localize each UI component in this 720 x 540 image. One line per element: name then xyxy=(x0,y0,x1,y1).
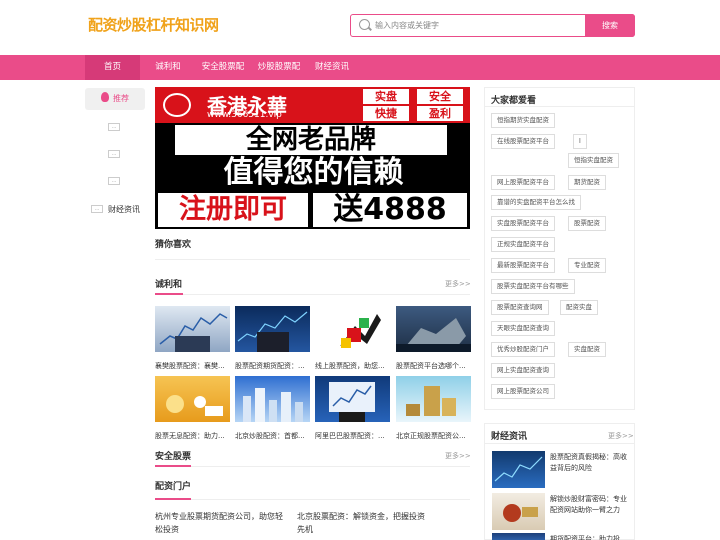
nav-item-chenglihe[interactable]: 诚利和 xyxy=(148,55,188,80)
divider xyxy=(484,106,635,107)
popular-tag[interactable]: 在线股票配资平台 xyxy=(491,134,555,149)
popular-tag[interactable]: 正规实盘配资平台 xyxy=(491,237,555,252)
finance-item[interactable]: 期货配资平台：助力投资... xyxy=(550,534,632,540)
banner-tag: 快捷 xyxy=(363,106,409,121)
popular-tag[interactable]: 恒指实盘配资 xyxy=(568,153,619,168)
nav-item-home[interactable]: 首页 xyxy=(85,55,140,80)
finance-thumb[interactable] xyxy=(492,533,545,540)
article-thumb[interactable] xyxy=(155,376,230,422)
article-thumb[interactable] xyxy=(155,306,230,352)
search-button[interactable]: 搜索 xyxy=(585,13,635,37)
divider xyxy=(155,259,470,260)
search-icon xyxy=(359,19,370,30)
brand-emblem-icon xyxy=(163,93,191,117)
sidebar-item-finance[interactable]: 财经资讯 xyxy=(108,204,140,215)
safe-more-link[interactable]: 更多>> xyxy=(445,451,471,461)
finance-item[interactable]: 股票配资真假揭秘：高收益背后的风险 xyxy=(550,452,632,474)
sidebar-item[interactable]: ... xyxy=(108,177,120,185)
banner-line2: 值得您的信赖 xyxy=(223,155,404,190)
article-thumb[interactable] xyxy=(396,306,471,352)
search-input[interactable] xyxy=(375,17,575,33)
sidebar-recommend[interactable]: 推荐 xyxy=(85,88,145,110)
divider xyxy=(183,294,470,295)
article-caption[interactable]: 线上股票配资，助您... xyxy=(315,361,391,371)
sidebar-item[interactable]: ... xyxy=(91,205,103,213)
popular-tag[interactable]: 期货配资 xyxy=(568,175,606,190)
article-caption[interactable]: 北京正规股票配资公... xyxy=(396,431,472,441)
portal-item[interactable]: 北京股票配资：解锁资金，把握投资先机 xyxy=(297,510,432,536)
popular-tag[interactable]: 网上股票配资平台 xyxy=(491,175,555,190)
safe-title: 安全股票 xyxy=(155,452,192,462)
popular-tag[interactable]: 靠谱的实盘配资平台怎么找 xyxy=(491,195,581,210)
popular-title: 大家都爱看 xyxy=(491,96,537,106)
section-underline xyxy=(155,293,183,295)
popular-tag[interactable]: 优秀炒股配资门户 xyxy=(491,342,555,357)
finance-thumb[interactable] xyxy=(492,493,545,530)
finance-thumb[interactable] xyxy=(492,451,545,488)
article-caption[interactable]: 股票配资期货配资：... xyxy=(235,361,311,371)
banner-tag: 安全 xyxy=(417,89,463,104)
finance-title: 财经资讯 xyxy=(491,432,528,442)
popular-tag[interactable]: 网上股票配资公司 xyxy=(491,384,555,399)
popular-tag[interactable]: 实盘股票配资平台 xyxy=(491,216,555,231)
popular-tag[interactable]: 实盘配资 xyxy=(568,342,606,357)
article-caption[interactable]: 阿里巴巴股票配资：... xyxy=(315,431,391,441)
popular-tag[interactable]: 天眼实盘配资查询 xyxy=(491,321,555,336)
popular-tag[interactable]: 网上实盘配资查询 xyxy=(491,363,555,378)
sidebar-item[interactable]: ... xyxy=(108,123,120,131)
nav-item-finance[interactable]: 财经资讯 xyxy=(311,55,353,80)
banner-line1: 全网老品牌 xyxy=(175,125,447,155)
popular-tag[interactable]: 股票配资查询网 xyxy=(491,300,549,315)
popular-tag[interactable]: l xyxy=(573,134,587,149)
popular-tag[interactable]: 最新股票配资平台 xyxy=(491,258,555,273)
chenglihe-title: 诚利和 xyxy=(155,280,183,290)
finance-more-link[interactable]: 更多>> xyxy=(608,431,634,441)
site-logo[interactable]: 配资炒股杠杆知识网 xyxy=(88,14,219,35)
article-caption[interactable]: 股票无息配资：助力... xyxy=(155,431,231,441)
banner-tag: 实盘 xyxy=(363,89,409,104)
article-caption[interactable]: 股票配资平台选哪个... xyxy=(396,361,472,371)
banner-line3a: 注册即可 xyxy=(158,193,308,227)
divider xyxy=(191,499,470,500)
chenglihe-more-link[interactable]: 更多>> xyxy=(445,279,471,289)
main-nav: 首页 诚利和 安全股票配 炒股股票配 财经资讯 xyxy=(0,55,720,80)
article-thumb[interactable] xyxy=(315,376,390,422)
portal-item[interactable]: 杭州专业股票期货配资公司，助您轻松投资 xyxy=(155,510,290,536)
divider xyxy=(191,466,470,467)
nav-item-safe-stock[interactable]: 安全股票配 xyxy=(198,55,248,80)
ad-banner[interactable]: 香港永華 www.366511.vip 实盘 安全 快捷 盈利 全网老品牌 值得… xyxy=(155,87,470,229)
banner-line3: 注册即可 送4888 xyxy=(155,191,470,229)
popular-tag[interactable]: 专业配资 xyxy=(568,258,606,273)
article-thumb[interactable] xyxy=(396,376,471,422)
guess-title: 猜你喜欢 xyxy=(155,240,192,250)
fire-icon xyxy=(101,92,109,102)
article-thumb[interactable] xyxy=(315,306,390,352)
finance-item[interactable]: 解锁炒股财富密码：专业配资网站助你一臂之力 xyxy=(550,494,632,516)
portal-title: 配资门户 xyxy=(155,482,192,492)
popular-tag[interactable]: 配资实盘 xyxy=(560,300,598,315)
banner-tag: 盈利 xyxy=(417,106,463,121)
popular-tag[interactable]: 股票配资 xyxy=(568,216,606,231)
header: 配资炒股杠杆知识网 搜索 xyxy=(0,0,720,55)
nav-item-trade-stock[interactable]: 炒股股票配 xyxy=(254,55,304,80)
sidebar-item[interactable]: ... xyxy=(108,150,120,158)
section-underline xyxy=(155,498,191,500)
article-caption[interactable]: 北京炒股配资：首都... xyxy=(235,431,311,441)
banner-line3b: 送4888 xyxy=(313,193,467,227)
sidebar-recommend-label: 推荐 xyxy=(113,94,129,103)
divider xyxy=(484,443,635,444)
section-underline xyxy=(155,465,191,467)
search-bar: 搜索 xyxy=(350,13,635,37)
banner-url: www.366511.vip xyxy=(207,110,282,120)
article-thumb[interactable] xyxy=(235,376,310,422)
article-thumb[interactable] xyxy=(235,306,310,352)
popular-tag[interactable]: 恒指期货实盘配资 xyxy=(491,113,555,128)
popular-tag[interactable]: 股票实盘配资平台有哪些 xyxy=(491,279,575,294)
article-caption[interactable]: 襄樊股票配资：襄樊... xyxy=(155,361,231,371)
